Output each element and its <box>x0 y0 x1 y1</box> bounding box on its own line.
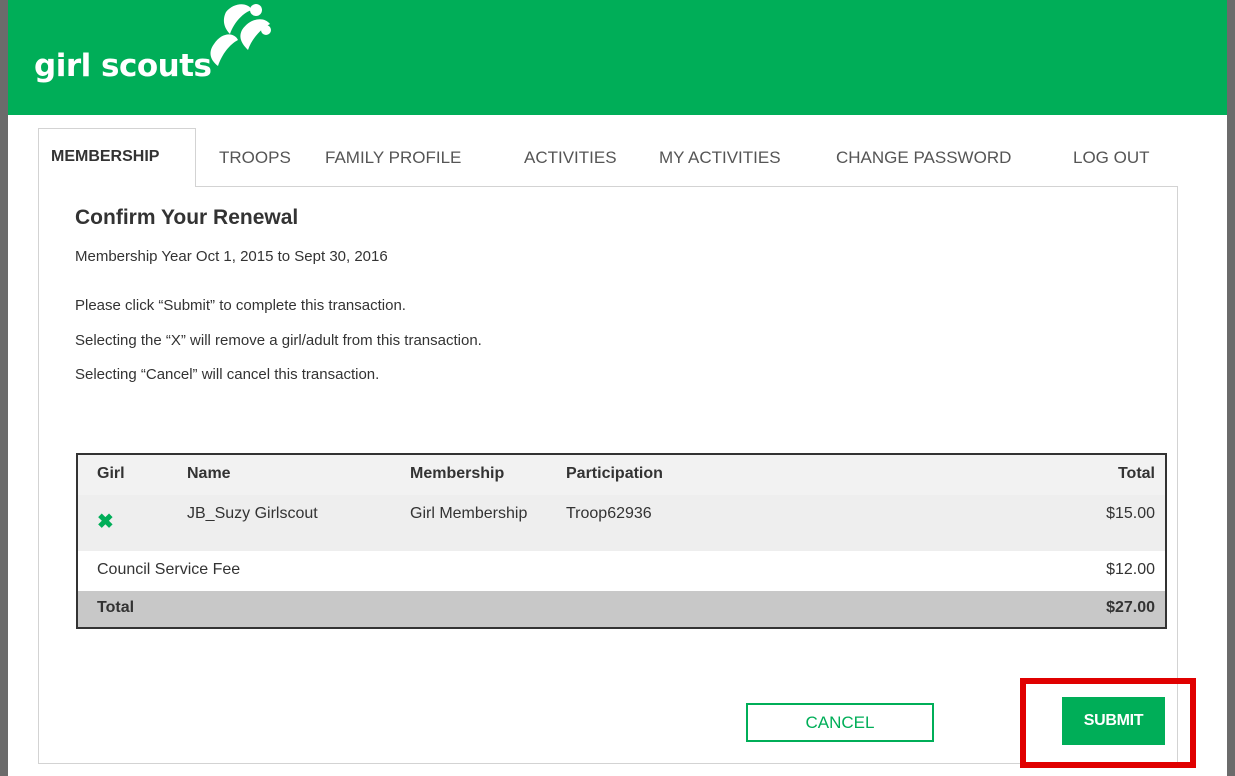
tab-log-out[interactable]: LOG OUT <box>1073 148 1150 168</box>
x-icon[interactable]: ✖ <box>97 509 114 534</box>
girl-membership: Girl Membership <box>410 505 528 522</box>
fee-amount: $12.00 <box>1106 561 1155 578</box>
table-total-row: Total $27.00 <box>78 591 1165 627</box>
logo-text: girl scouts <box>34 48 212 84</box>
instruction-cancel: Selecting “Cancel” will cancel this tran… <box>75 366 380 383</box>
girl-name: JB_Suzy Girlscout <box>187 505 318 522</box>
tab-family-profile[interactable]: FAMILY PROFILE <box>325 148 461 168</box>
table-row: ✖ JB_Suzy Girlscout Girl Membership Troo… <box>78 495 1165 551</box>
header-participation: Participation <box>566 465 663 482</box>
instruction-remove: Selecting the “X” will remove a girl/adu… <box>75 332 482 349</box>
instruction-submit: Please click “Submit” to complete this t… <box>75 297 406 314</box>
header-name: Name <box>187 465 231 482</box>
trefoil-logo-icon <box>210 4 271 66</box>
table-row: Council Service Fee $12.00 <box>78 551 1165 591</box>
window-frame-right <box>1227 0 1235 776</box>
tab-troops[interactable]: TROOPS <box>219 148 291 168</box>
header-total: Total <box>1117 465 1155 482</box>
girl-participation: Troop62936 <box>566 505 652 522</box>
membership-year-text: Membership Year Oct 1, 2015 to Sept 30, … <box>75 248 388 265</box>
tab-membership[interactable]: MEMBERSHIP <box>51 148 159 166</box>
header-girl: Girl <box>97 465 125 482</box>
girl-total: $15.00 <box>1106 505 1155 522</box>
cancel-button[interactable]: CANCEL <box>746 703 934 742</box>
page-title: Confirm Your Renewal <box>75 206 299 229</box>
renewal-table: Girl Name Membership Participation Total… <box>76 453 1167 629</box>
site-header: girl scouts <box>8 0 1227 115</box>
fee-label: Council Service Fee <box>97 561 241 578</box>
table-header-row: Girl Name Membership Participation Total <box>78 455 1165 495</box>
tab-activities[interactable]: ACTIVITIES <box>524 148 617 168</box>
total-label: Total <box>97 599 135 616</box>
header-membership: Membership <box>410 465 505 482</box>
tab-change-password[interactable]: CHANGE PASSWORD <box>836 148 1011 168</box>
window-frame-left <box>0 0 8 776</box>
submit-highlight-box <box>1020 678 1196 768</box>
tab-my-activities[interactable]: MY ACTIVITIES <box>659 148 781 168</box>
total-amount: $27.00 <box>1106 599 1155 616</box>
